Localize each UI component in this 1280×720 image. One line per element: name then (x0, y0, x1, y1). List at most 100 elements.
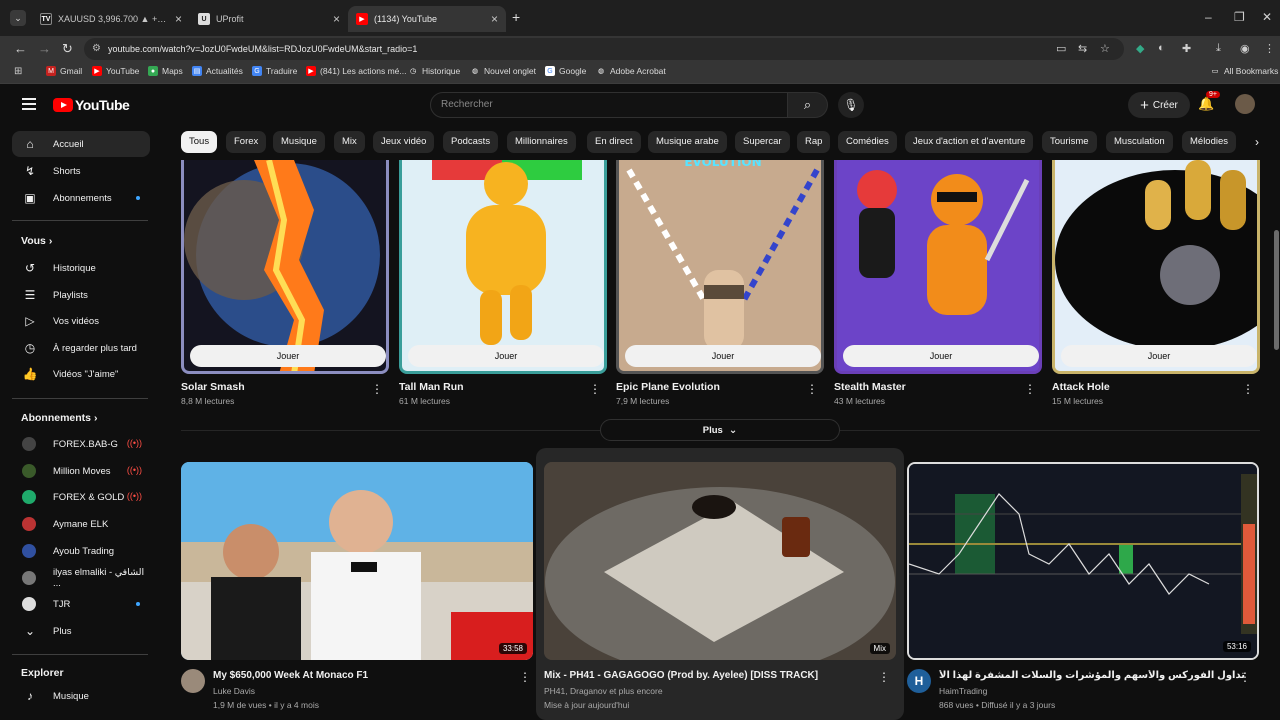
chip[interactable]: Comédies (838, 131, 897, 153)
profile-icon[interactable]: ◉ (1240, 42, 1250, 55)
video-card[interactable]: 53:16 H تداول الفوركس والأسهم والمؤشرات … (907, 462, 1259, 710)
more-options-icon[interactable]: ⋮ (1239, 670, 1251, 684)
channel-name[interactable]: PH41, Draganov et plus encore (544, 686, 663, 696)
channel-avatar[interactable]: H (907, 669, 931, 693)
bookmark-adobe[interactable]: ◍ Adobe Acrobat (596, 66, 666, 76)
sidebar-channel[interactable]: ilyas elmaliki - الشافي ... (12, 565, 150, 591)
channel-name[interactable]: Luke Davis (213, 686, 255, 696)
search-input[interactable]: Rechercher (430, 92, 788, 118)
channel-avatar[interactable] (181, 669, 205, 693)
game-card[interactable]: Jouer Attack Hole 15 M lectures ⋮ (1052, 160, 1260, 406)
game-card[interactable]: Jouer Stealth Master 43 M lectures ⋮ (834, 160, 1042, 406)
show-more-games-button[interactable]: Plus ⌄ (600, 419, 840, 441)
bookmark-star-icon[interactable]: ☆ (1100, 42, 1110, 55)
maximize-icon[interactable]: ❐ (1234, 10, 1245, 24)
game-thumbnail[interactable]: Jouer (834, 160, 1042, 374)
sidebar-item-watch-later[interactable]: ◷ À regarder plus tard (12, 335, 150, 361)
bookmark-nouvel-onglet[interactable]: ◍ Nouvel onglet (470, 66, 536, 76)
sidebar-channel[interactable]: Ayoub Trading (12, 538, 150, 564)
chevron-right-icon[interactable]: › (1246, 131, 1268, 153)
browser-menu-icon[interactable]: ⋮ (1264, 42, 1275, 55)
sidebar-item-vos-videos[interactable]: ▷ Vos vidéos (12, 308, 150, 334)
window-close-icon[interactable]: ✕ (1262, 10, 1272, 24)
back-icon[interactable]: ← (14, 41, 27, 56)
apps-grid-icon[interactable]: ⊞ (14, 66, 22, 77)
chip-tous[interactable]: Tous (181, 131, 218, 153)
play-game-button[interactable]: Jouer (625, 345, 821, 367)
bookmark-actualites[interactable]: ▤ Actualités (192, 66, 243, 76)
bookmark-historique[interactable]: ◷ Historique (408, 66, 460, 76)
sidebar-channel[interactable]: FOREX & GOLD ((•)) (12, 484, 150, 510)
game-title[interactable]: Epic Plane Evolution (616, 381, 720, 393)
close-icon[interactable]: × (175, 12, 182, 26)
game-thumbnail[interactable]: EVOLUTION Jouer (616, 160, 824, 374)
menu-icon[interactable] (22, 98, 36, 113)
chip[interactable]: Tourisme (1042, 131, 1097, 153)
chip[interactable]: Musculation (1106, 131, 1173, 153)
chip[interactable]: Jeux d'action et d'aventure (905, 131, 1034, 153)
extension-icon[interactable]: ◆ (1136, 42, 1144, 55)
chip[interactable]: Millionnaires (507, 131, 576, 153)
game-card[interactable]: Jouer Tall Man Run 61 M lectures ⋮ (399, 160, 607, 406)
more-options-icon[interactable]: ⋮ (1242, 382, 1254, 396)
tab-xauusd[interactable]: TV XAUUSD 3,996.700 ▲ +0.49% A × (32, 6, 190, 32)
sidebar-channel[interactable]: Aymane ELK (12, 511, 150, 537)
sidebar-item-playlists[interactable]: ☰ Playlists (12, 282, 150, 308)
video-thumbnail[interactable]: 33:58 (181, 462, 533, 660)
microphone-icon[interactable]: 🎙 (838, 92, 864, 118)
video-thumbnail[interactable]: Mix (544, 462, 896, 660)
more-options-icon[interactable]: ⋮ (519, 670, 531, 684)
extensions-puzzle-icon[interactable]: ✚ (1182, 42, 1191, 55)
download-icon[interactable]: ⤓ (1216, 42, 1221, 55)
chip[interactable]: Mélodies (1182, 131, 1237, 153)
new-tab-button[interactable]: + (512, 9, 520, 25)
sidebar-show-more[interactable]: ⌄ Plus (12, 618, 150, 644)
sidebar-channel[interactable]: TJR (12, 591, 150, 617)
channel-name[interactable]: HaimTrading (939, 686, 987, 696)
chip[interactable]: Podcasts (443, 131, 499, 153)
bookmark-gmail[interactable]: M Gmail (46, 66, 82, 76)
scrollbar-thumb[interactable] (1274, 230, 1279, 350)
video-title[interactable]: تداول الفوركس والأسهم والمؤشرات والسلات … (939, 670, 1245, 681)
more-options-icon[interactable]: ⋮ (589, 382, 601, 396)
forward-icon[interactable]: → (38, 41, 51, 56)
section-vous[interactable]: Vous › (21, 235, 52, 247)
play-game-button[interactable]: Jouer (408, 345, 604, 367)
sidebar-item-shorts[interactable]: ↯ Shorts (12, 158, 150, 184)
chip[interactable]: Mix (334, 131, 365, 153)
game-thumbnail[interactable]: Jouer (181, 160, 389, 374)
bookmark-google[interactable]: G Google (545, 66, 586, 76)
sidebar-channel[interactable]: FOREX.BAB-G ((•)) (12, 431, 150, 457)
youtube-logo[interactable]: YouTube (53, 97, 130, 113)
bookmark-actions[interactable]: ▶ (841) Les actions mé... (306, 66, 406, 76)
more-options-icon[interactable]: ⋮ (1024, 382, 1036, 396)
video-card[interactable]: Mix Mix - PH41 - GAGAGOGO (Prod by. Ayel… (544, 462, 896, 710)
game-title[interactable]: Tall Man Run (399, 381, 464, 393)
chip[interactable]: Rap (797, 131, 831, 153)
avatar[interactable] (1235, 94, 1255, 114)
bell-icon[interactable]: 🔔 9+ (1198, 91, 1220, 112)
sidebar-item-accueil[interactable]: ⌂ Accueil (12, 131, 150, 157)
chip[interactable]: Jeux vidéo (373, 131, 435, 153)
tab-uprofit[interactable]: U UProfit × (190, 6, 348, 32)
cast-icon[interactable]: ▭ (1056, 42, 1066, 55)
bookmark-maps[interactable]: ● Maps (148, 66, 183, 76)
chip[interactable]: Forex (226, 131, 267, 153)
game-thumbnail[interactable]: Jouer (399, 160, 607, 374)
reload-icon[interactable]: ↻ (62, 41, 73, 57)
play-game-button[interactable]: Jouer (843, 345, 1039, 367)
more-options-icon[interactable]: ⋮ (878, 670, 890, 684)
play-game-button[interactable]: Jouer (1061, 345, 1257, 367)
tab-search-button[interactable]: ⌄ (10, 10, 26, 26)
sidebar-channel[interactable]: Million Moves ((•)) (12, 458, 150, 484)
video-title[interactable]: My $650,000 Week At Monaco F1 (213, 670, 519, 681)
game-title[interactable]: Solar Smash (181, 381, 245, 393)
video-thumbnail[interactable]: 53:16 (907, 462, 1259, 660)
more-options-icon[interactable]: ⋮ (806, 382, 818, 396)
chip[interactable]: En direct (587, 131, 641, 153)
video-card[interactable]: 33:58 My $650,000 Week At Monaco F1 Luke… (181, 462, 533, 710)
more-options-icon[interactable]: ⋮ (371, 382, 383, 396)
game-title[interactable]: Stealth Master (834, 381, 906, 393)
minimize-icon[interactable]: – (1205, 10, 1212, 24)
tab-youtube[interactable]: ▶ (1134) YouTube × (348, 6, 506, 32)
